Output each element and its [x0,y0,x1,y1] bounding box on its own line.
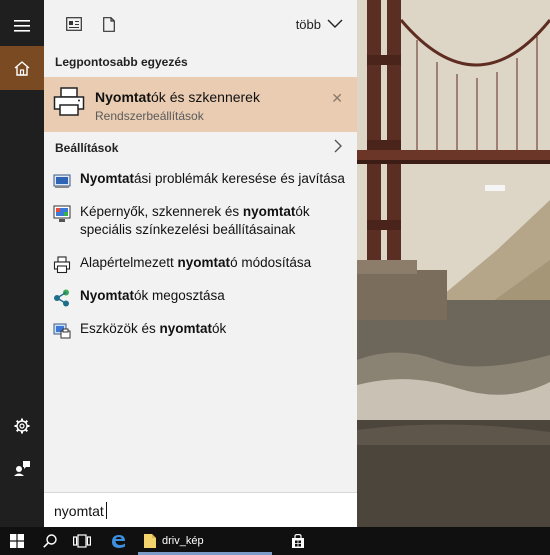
settings-result-color-management[interactable]: Képernyők, szkennerek és nyomtatók speci… [44,202,357,242]
store-icon [292,534,304,548]
settings-result-label: Eszközök és nyomtatók [80,320,348,338]
query-match-text: nyomtat [177,255,231,270]
search-input[interactable] [54,501,344,521]
search-icon [43,534,57,548]
gear-icon [14,418,30,434]
task-view-button[interactable] [68,527,96,555]
text-caret [106,502,107,519]
printer-icon [53,87,85,122]
file-icon [144,534,156,548]
taskbar-search-button[interactable] [36,527,64,555]
best-match-subtitle: Rendszerbeállítások [95,109,204,123]
feedback-button[interactable] [0,446,44,490]
news-filter-button[interactable] [64,14,84,34]
settings-heading: Beállítások [55,141,119,155]
search-toolbar: több [44,0,357,46]
settings-result-label: Nyomtatók megosztása [80,287,348,305]
share-icon [53,289,71,307]
taskbar-folder-item[interactable]: driv_kép [138,527,272,555]
query-match-text: nyomtat [242,204,296,219]
query-match-text: Nyomtat [80,171,135,186]
close-icon[interactable]: ✕ [331,90,343,107]
more-filters-label: több [295,16,321,32]
start-rail [0,0,44,527]
settings-result-label: Alapértelmezett nyomtató módosítása [80,254,348,272]
search-panel: több Legpontosabb egyezés Nyomtatók és s… [44,0,357,528]
hamburger-menu-button[interactable] [0,4,44,48]
settings-result-troubleshoot[interactable]: Nyomtatási problémák keresése és javítás… [44,169,357,191]
best-match-result[interactable]: Nyomtatók és szkennerek Rendszerbeállítá… [44,77,357,132]
home-button[interactable] [0,46,44,90]
task-view-icon [73,534,91,548]
result-text: ók [212,321,227,336]
result-text: Alapértelmezett [80,255,178,270]
settings-result-default-printer[interactable]: Alapértelmezett nyomtató módosítása [44,253,357,275]
color-management-icon [53,205,71,223]
windows-logo-icon [10,534,24,548]
settings-result-share-printers[interactable]: Nyomtatók megosztása [44,286,357,308]
result-text: ási problémák keresése és javítása [134,171,345,186]
result-text: ó módosítása [230,255,312,270]
more-filters-button[interactable]: több [296,12,343,36]
news-icon [66,17,82,31]
best-match-title: Nyomtatók és szkennerek [95,89,260,105]
documents-filter-button[interactable] [99,14,119,34]
document-icon [103,16,115,32]
wallpaper-scene [357,0,550,527]
best-match-title-rest: ók és szkennerek [151,89,260,105]
taskbar: driv_kép [0,527,550,555]
edge-browser-button[interactable] [104,527,132,555]
settings-result-label: Nyomtatási problémák keresése és javítás… [80,170,348,188]
result-text: Eszközök és [80,321,160,336]
result-text: ók megosztása [134,288,225,303]
troubleshoot-icon [53,172,71,190]
devices-printers-icon [53,322,71,340]
store-button[interactable] [284,527,312,555]
search-box[interactable] [44,492,357,528]
hamburger-icon [14,20,30,32]
chevron-right-icon [334,139,342,153]
best-match-heading: Legpontosabb egyezés [55,55,188,69]
settings-result-devices-printers[interactable]: Eszközök és nyomtatók [44,319,357,341]
query-match-text: Nyomtat [80,288,135,303]
home-icon [14,60,30,76]
chevron-down-icon [327,19,343,28]
best-match-title-match: Nyomtat [95,89,152,105]
taskbar-folder-label: driv_kép [162,535,204,547]
start-button[interactable] [0,527,34,555]
settings-section-header[interactable]: Beállítások [44,136,357,160]
result-text: Képernyők, szkennerek és [80,204,243,219]
feedback-icon [14,461,30,476]
settings-button[interactable] [0,404,44,448]
printer-small-icon [53,256,71,274]
settings-result-label: Képernyők, szkennerek és nyomtatók speci… [80,203,348,239]
desktop-wallpaper [357,0,550,527]
edge-icon [112,535,125,548]
query-match-text: nyomtat [159,321,213,336]
